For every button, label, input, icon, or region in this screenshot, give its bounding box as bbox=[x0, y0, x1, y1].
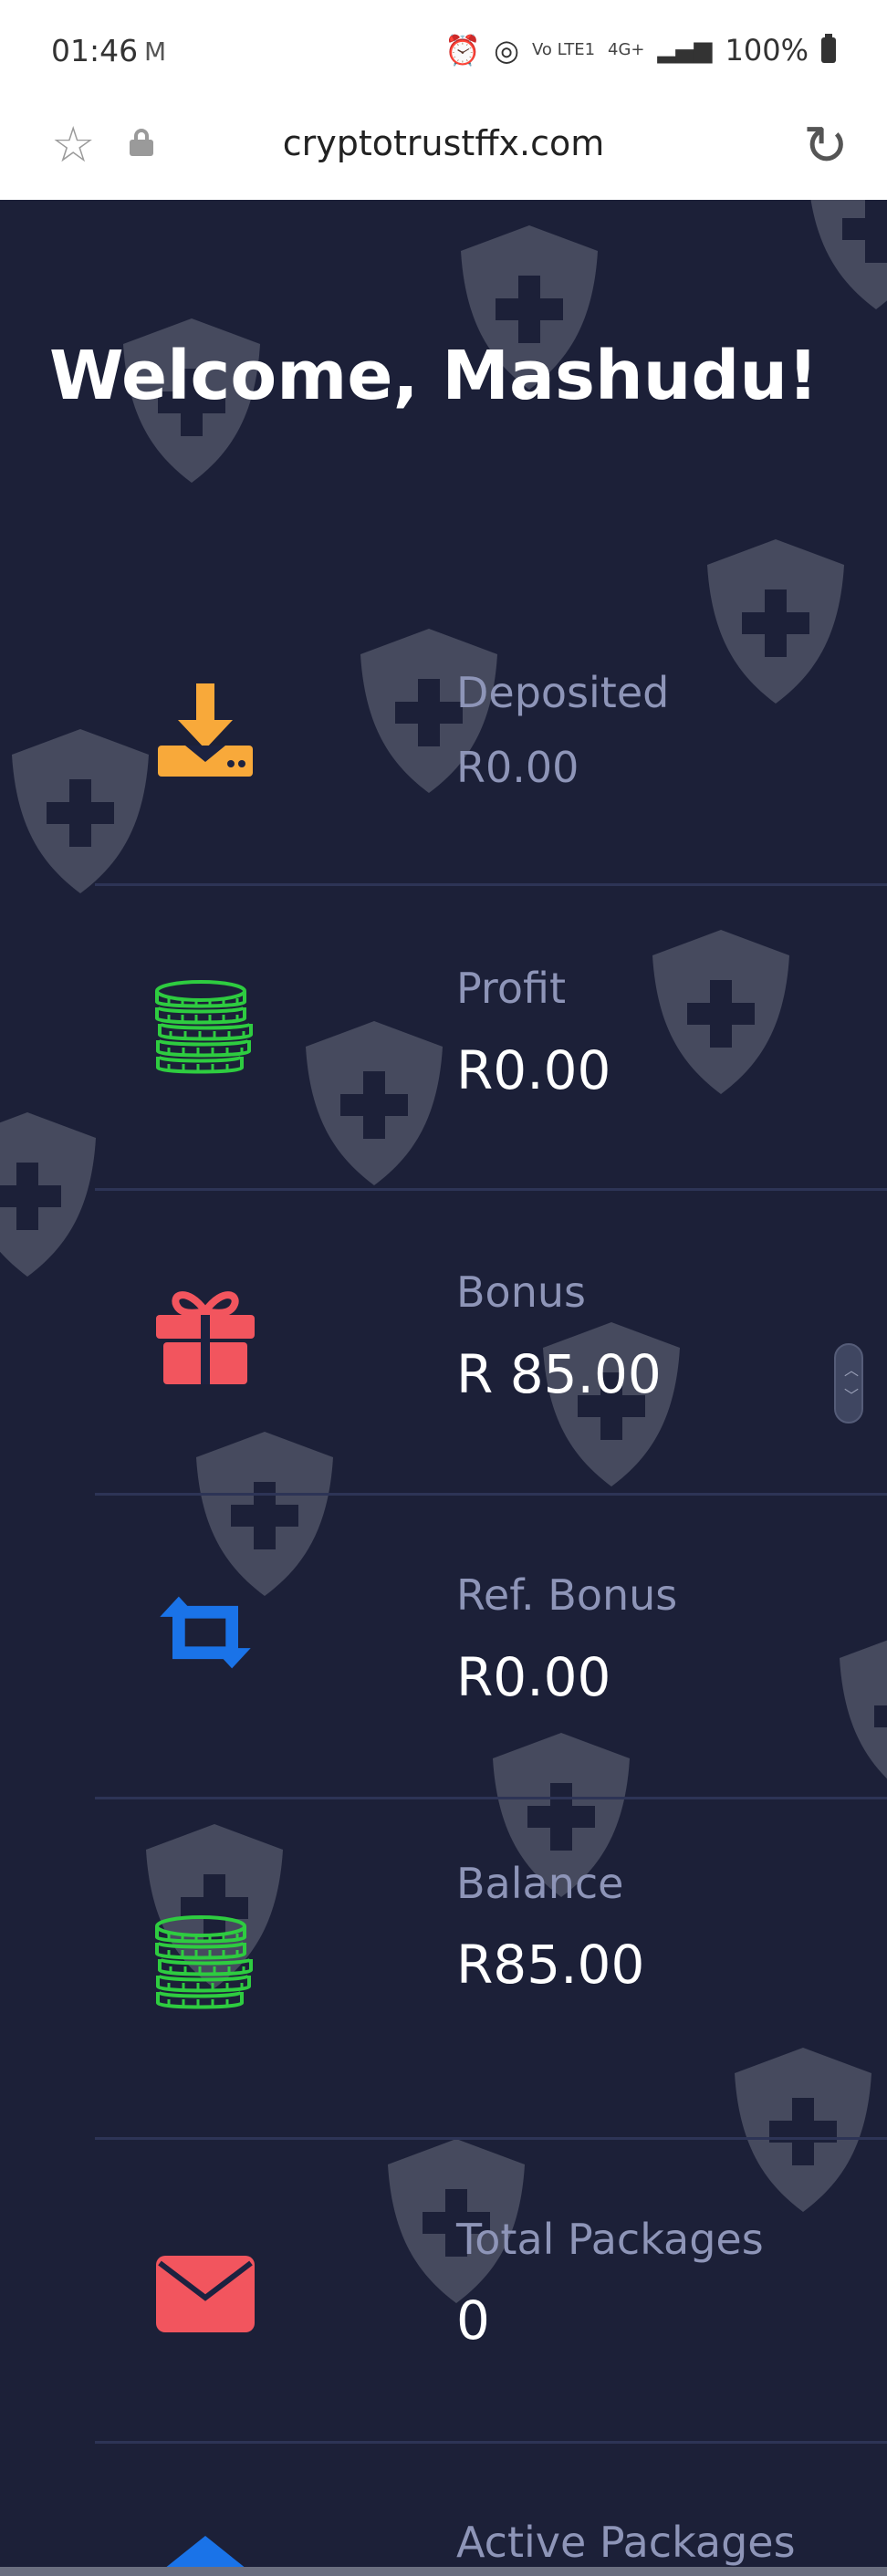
stat-value: R0.00 bbox=[456, 1646, 611, 1708]
status-bar: 01:46 M ⏰ ◎ Vo LTE1 4G+ ▂▄▆ 100% bbox=[0, 0, 887, 103]
stat-value: R0.00 bbox=[456, 1039, 611, 1101]
divider bbox=[95, 883, 887, 886]
stat-label: Active Packages bbox=[456, 2518, 796, 2567]
shield-watermark-icon bbox=[707, 539, 844, 704]
shield-watermark-icon bbox=[652, 930, 789, 1094]
stat-label: Balance bbox=[456, 1859, 624, 1908]
divider bbox=[95, 2137, 887, 2140]
dashboard-main: Welcome, Mashudu! Deposited R0.00 Profit… bbox=[0, 200, 887, 2576]
hotspot-icon: ◎ bbox=[494, 33, 519, 68]
divider bbox=[95, 1797, 887, 1799]
status-time: 01:46 bbox=[51, 33, 139, 68]
stat-label: Deposited bbox=[456, 668, 670, 717]
coins-icon bbox=[155, 980, 253, 1074]
signal-icon: ▂▄▆ bbox=[657, 37, 713, 64]
shield-watermark-icon bbox=[840, 1640, 887, 1779]
stat-label: Profit bbox=[456, 964, 566, 1013]
envelope-icon bbox=[156, 2256, 255, 2332]
divider bbox=[95, 1493, 887, 1496]
divider bbox=[95, 2441, 887, 2444]
stat-value: R 85.00 bbox=[456, 1343, 662, 1405]
volte-label: Vo LTE1 bbox=[532, 40, 596, 59]
alarm-icon: ⏰ bbox=[444, 33, 482, 68]
coins-icon bbox=[155, 1915, 253, 2009]
navigation-bar bbox=[0, 2567, 887, 2576]
scroll-handle[interactable]: ︿ ﹀ bbox=[834, 1343, 863, 1424]
shield-watermark-icon bbox=[735, 2048, 871, 2212]
download-icon bbox=[158, 683, 253, 777]
stat-label: Bonus bbox=[456, 1267, 586, 1317]
shield-watermark-icon bbox=[810, 200, 887, 309]
stat-label: Total Packages bbox=[456, 2215, 764, 2264]
browser-url-bar: ☆ cryptotrustffx.com ↻ bbox=[0, 103, 887, 200]
url-text[interactable]: cryptotrustffx.com bbox=[0, 123, 887, 163]
divider bbox=[95, 1188, 887, 1191]
stat-value: R0.00 bbox=[456, 743, 579, 792]
battery-icon bbox=[821, 34, 836, 63]
shield-watermark-icon bbox=[12, 729, 149, 893]
shield-watermark-icon bbox=[196, 1432, 333, 1596]
gift-icon bbox=[156, 1291, 255, 1384]
battery-percent: 100% bbox=[725, 33, 809, 68]
gmail-icon: M bbox=[144, 37, 167, 67]
network-type-label: 4G+ bbox=[608, 40, 645, 59]
status-icons: ⏰ ◎ Vo LTE1 4G+ ▂▄▆ 100% bbox=[444, 33, 836, 68]
reload-icon[interactable]: ↻ bbox=[803, 114, 849, 178]
stat-value: 0 bbox=[456, 2289, 490, 2352]
retweet-icon bbox=[160, 1596, 251, 1669]
stat-value: R85.00 bbox=[456, 1934, 645, 1996]
welcome-heading: Welcome, Mashudu! bbox=[49, 337, 819, 415]
shield-watermark-icon bbox=[306, 1021, 443, 1185]
shield-watermark-icon bbox=[0, 1112, 96, 1277]
stat-label: Ref. Bonus bbox=[456, 1570, 678, 1620]
